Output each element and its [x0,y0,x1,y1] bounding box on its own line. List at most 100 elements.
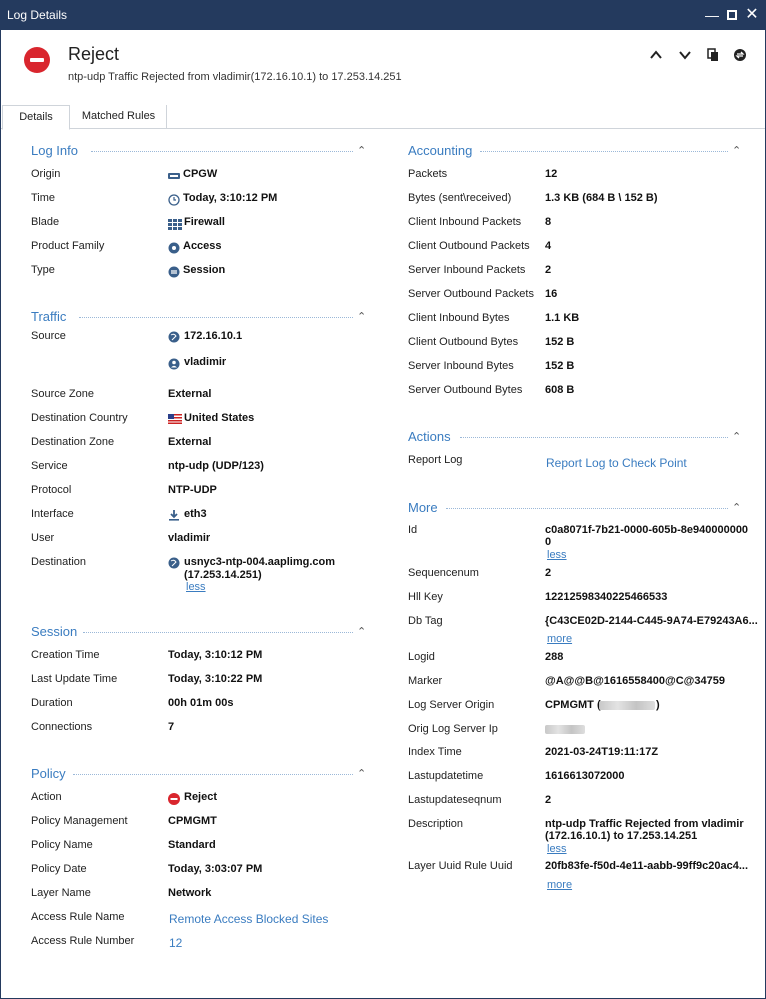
value-source-ip: 172.16.10.1 [184,330,243,342]
more-link[interactable]: more [547,633,572,645]
gateway-icon [168,170,180,182]
value-layer-uuid-rule-uuid: 20fb83fe-f50d-4e11-aabb-99ff9c20ac4... [545,860,748,872]
label-source: Source [31,330,66,342]
maximize-icon[interactable] [722,5,742,25]
close-icon[interactable]: ✕ [742,5,762,25]
section-title: Session [31,624,82,639]
tab-details[interactable]: Details [2,105,70,130]
label-lastupdateseqnum: Lastupdateseqnum [408,794,502,806]
label-index-time: Index Time [408,746,462,758]
section-divider [460,437,728,438]
value-duration: 00h 01m 00s [168,697,234,709]
section-accounting[interactable]: Accounting ⌃ [408,143,745,159]
section-title: Log Info [31,143,82,158]
section-divider [83,632,353,633]
label-action: Action [31,791,62,803]
minimize-icon[interactable]: — [702,5,722,25]
access-rule-number-link[interactable]: 12 [169,936,182,950]
collapse-chevron-icon[interactable]: ⌃ [357,144,366,157]
section-title: Actions [408,429,455,444]
value-server-outbound-packets: 16 [545,288,558,300]
label-id: Id [408,524,418,536]
chevron-down-icon[interactable] [676,48,694,66]
tab-matched-rules[interactable]: Matched Rules [71,105,167,129]
redacted-ip [545,725,585,734]
value-destination-country: United States [184,412,255,424]
section-policy[interactable]: Policy ⌃ [31,766,371,782]
collapse-chevron-icon[interactable]: ⌃ [732,430,741,443]
section-log-info[interactable]: Log Info ⌃ [31,143,371,159]
value-policy-management: CPMGMT [168,815,217,827]
section-traffic[interactable]: Traffic ⌃ [31,309,371,325]
collapse-chevron-icon[interactable]: ⌃ [357,767,366,780]
value-logid: 288 [545,651,564,663]
less-link[interactable]: less [547,843,567,855]
label-duration: Duration [31,697,73,709]
label-protocol: Protocol [31,484,72,496]
section-divider [446,508,728,509]
report-log-link[interactable]: Report Log to Check Point [546,456,687,470]
label-lastupdatetime: Lastupdatetime [408,770,484,782]
label-destination-country: Destination Country [31,412,128,424]
label-interface: Interface [31,508,74,520]
more-link[interactable]: more [547,879,572,891]
value-log-server-origin-suffix: ) [656,699,660,711]
collapse-chevron-icon[interactable]: ⌃ [732,144,741,157]
label-db-tag: Db Tag [408,615,443,627]
label-server-outbound-packets: Server Outbound Packets [408,288,534,300]
value-log-server-origin-prefix: CPMGMT ( [545,699,601,711]
value-destination-ip: (17.253.14.251) [184,569,262,581]
label-service: Service [31,460,68,472]
section-divider [91,151,353,152]
access-icon [168,242,180,254]
label-origin: Origin [31,168,61,180]
access-rule-name-link[interactable]: Remote Access Blocked Sites [169,912,328,926]
globe-icon [168,331,180,343]
value-source-user: vladimir [184,356,227,368]
value-sequencenum: 2 [545,567,552,579]
log-title: Reject [68,44,120,64]
collapse-chevron-icon[interactable]: ⌃ [732,501,741,514]
section-title: More [408,500,442,515]
section-divider [79,317,353,318]
collapse-chevron-icon[interactable]: ⌃ [357,310,366,323]
label-source-zone: Source Zone [31,388,94,400]
value-client-inbound-packets: 8 [545,216,552,228]
value-client-outbound-bytes: 152 B [545,336,575,348]
section-session[interactable]: Session ⌃ [31,624,371,640]
chevron-up-icon[interactable] [647,48,665,66]
value-last-update-time: Today, 3:10:22 PM [168,673,263,685]
section-actions[interactable]: Actions ⌃ [408,429,745,445]
section-title: Policy [31,766,70,781]
section-more[interactable]: More ⌃ [408,500,745,516]
share-icon[interactable] [731,48,749,66]
value-packets: 12 [545,168,558,180]
less-link[interactable]: less [186,581,206,593]
label-hll-key: Hll Key [408,591,443,603]
value-source-zone: External [168,388,212,400]
collapse-chevron-icon[interactable]: ⌃ [357,625,366,638]
value-description-line2: (172.16.10.1) to 17.253.14.251 [545,830,698,842]
label-logid: Logid [408,651,435,663]
label-description: Description [408,818,464,830]
value-index-time: 2021-03-24T19:11:17Z [545,746,659,758]
value-id-line2: 0 [545,536,552,548]
reject-icon [24,47,50,73]
window-titlebar: Log Details — ✕ [0,0,766,30]
value-server-outbound-bytes: 608 B [545,384,575,396]
value-destination-zone: External [168,436,212,448]
value-type: Session [183,264,226,276]
less-link[interactable]: less [547,549,567,561]
window-title: Log Details [7,8,68,22]
value-client-inbound-bytes: 1.1 KB [545,312,580,324]
value-hll-key: 12212598340225466533 [545,591,668,603]
value-user: vladimir [168,532,211,544]
value-product-family: Access [183,240,222,252]
firewall-icon [168,218,182,230]
copy-icon[interactable] [704,48,722,66]
label-server-inbound-packets: Server Inbound Packets [408,264,526,276]
value-layer-name: Network [168,887,212,899]
label-access-rule-name: Access Rule Name [31,911,125,923]
value-db-tag: {C43CE02D-2144-C445-9A74-E79243A6... [545,615,758,627]
value-description-line1: ntp-udp Traffic Rejected from vladimir [545,818,744,830]
